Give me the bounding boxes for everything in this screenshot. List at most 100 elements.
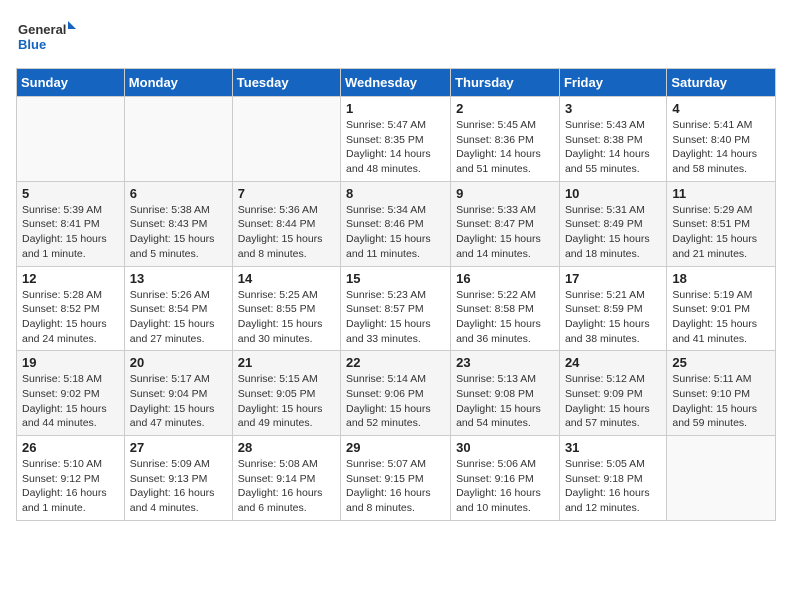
- weekday-header-friday: Friday: [559, 69, 666, 97]
- calendar-cell: 12Sunrise: 5:28 AM Sunset: 8:52 PM Dayli…: [17, 266, 125, 351]
- day-number: 27: [130, 440, 227, 455]
- day-number: 3: [565, 101, 661, 116]
- day-info: Sunrise: 5:25 AM Sunset: 8:55 PM Dayligh…: [238, 288, 335, 347]
- day-info: Sunrise: 5:21 AM Sunset: 8:59 PM Dayligh…: [565, 288, 661, 347]
- day-info: Sunrise: 5:05 AM Sunset: 9:18 PM Dayligh…: [565, 457, 661, 516]
- day-number: 1: [346, 101, 445, 116]
- day-info: Sunrise: 5:07 AM Sunset: 9:15 PM Dayligh…: [346, 457, 445, 516]
- day-number: 25: [672, 355, 770, 370]
- logo-svg: General Blue: [16, 16, 76, 56]
- day-info: Sunrise: 5:43 AM Sunset: 8:38 PM Dayligh…: [565, 118, 661, 177]
- weekday-header-row: SundayMondayTuesdayWednesdayThursdayFrid…: [17, 69, 776, 97]
- day-number: 24: [565, 355, 661, 370]
- day-info: Sunrise: 5:45 AM Sunset: 8:36 PM Dayligh…: [456, 118, 554, 177]
- day-info: Sunrise: 5:47 AM Sunset: 8:35 PM Dayligh…: [346, 118, 445, 177]
- day-info: Sunrise: 5:14 AM Sunset: 9:06 PM Dayligh…: [346, 372, 445, 431]
- day-number: 30: [456, 440, 554, 455]
- calendar-cell: 2Sunrise: 5:45 AM Sunset: 8:36 PM Daylig…: [451, 97, 560, 182]
- weekday-header-wednesday: Wednesday: [341, 69, 451, 97]
- calendar-cell: 11 Sunrise: 5:29 AM Sunset: 8:51 PM Dayli…: [667, 181, 776, 266]
- calendar-cell: 31 Sunrise: 5:05 AM Sunset: 9:18 PM Dayli…: [559, 436, 666, 521]
- calendar-cell: 5 Sunrise: 5:39 AM Sunset: 8:41 PM Daylig…: [17, 181, 125, 266]
- day-info: Sunrise: 5:17 AM Sunset: 9:04 PM Dayligh…: [130, 372, 227, 431]
- calendar-cell: 26 Sunrise: 5:10 AM Sunset: 9:12 PM Dayli…: [17, 436, 125, 521]
- calendar-cell: [667, 436, 776, 521]
- calendar-week-5: 26 Sunrise: 5:10 AM Sunset: 9:12 PM Dayli…: [17, 436, 776, 521]
- day-number: 9: [456, 186, 554, 201]
- day-info: Sunrise: 5:15 AM Sunset: 9:05 PM Dayligh…: [238, 372, 335, 431]
- day-info: Sunrise: 5:18 AM Sunset: 9:02 PM Dayligh…: [22, 372, 119, 431]
- day-number: 6: [130, 186, 227, 201]
- day-number: 13: [130, 271, 227, 286]
- day-info: Sunrise: 5:38 AM Sunset: 8:43 PM Dayligh…: [130, 203, 227, 262]
- calendar-cell: 1 Sunrise: 5:47 AM Sunset: 8:35 PM Daylig…: [341, 97, 451, 182]
- calendar-week-4: 19 Sunrise: 5:18 AM Sunset: 9:02 PM Dayli…: [17, 351, 776, 436]
- day-number: 4: [672, 101, 770, 116]
- day-info: Sunrise: 5:12 AM Sunset: 9:09 PM Dayligh…: [565, 372, 661, 431]
- calendar-week-1: 1 Sunrise: 5:47 AM Sunset: 8:35 PM Daylig…: [17, 97, 776, 182]
- day-info: Sunrise: 5:29 AM Sunset: 8:51 PM Dayligh…: [672, 203, 770, 262]
- day-number: 19: [22, 355, 119, 370]
- calendar-cell: 18 Sunrise: 5:19 AM Sunset: 9:01 PM Dayli…: [667, 266, 776, 351]
- day-number: 22: [346, 355, 445, 370]
- day-number: 17: [565, 271, 661, 286]
- day-number: 5: [22, 186, 119, 201]
- day-info: Sunrise: 5:31 AM Sunset: 8:49 PM Dayligh…: [565, 203, 661, 262]
- calendar-cell: 29Sunrise: 5:07 AM Sunset: 9:15 PM Dayli…: [341, 436, 451, 521]
- day-number: 15: [346, 271, 445, 286]
- calendar-cell: 17 Sunrise: 5:21 AM Sunset: 8:59 PM Dayli…: [559, 266, 666, 351]
- weekday-header-sunday: Sunday: [17, 69, 125, 97]
- calendar-cell: 13Sunrise: 5:26 AM Sunset: 8:54 PM Dayli…: [124, 266, 232, 351]
- calendar-cell: 10 Sunrise: 5:31 AM Sunset: 8:49 PM Dayli…: [559, 181, 666, 266]
- day-info: Sunrise: 5:33 AM Sunset: 8:47 PM Dayligh…: [456, 203, 554, 262]
- day-info: Sunrise: 5:23 AM Sunset: 8:57 PM Dayligh…: [346, 288, 445, 347]
- day-info: Sunrise: 5:09 AM Sunset: 9:13 PM Dayligh…: [130, 457, 227, 516]
- calendar-cell: 8 Sunrise: 5:34 AM Sunset: 8:46 PM Daylig…: [341, 181, 451, 266]
- day-number: 10: [565, 186, 661, 201]
- day-number: 18: [672, 271, 770, 286]
- calendar-week-3: 12Sunrise: 5:28 AM Sunset: 8:52 PM Dayli…: [17, 266, 776, 351]
- page-header: General Blue: [16, 16, 776, 56]
- calendar-cell: 9 Sunrise: 5:33 AM Sunset: 8:47 PM Daylig…: [451, 181, 560, 266]
- calendar-cell: 16 Sunrise: 5:22 AM Sunset: 8:58 PM Dayli…: [451, 266, 560, 351]
- svg-text:Blue: Blue: [18, 37, 46, 52]
- day-number: 14: [238, 271, 335, 286]
- weekday-header-monday: Monday: [124, 69, 232, 97]
- day-info: Sunrise: 5:10 AM Sunset: 9:12 PM Dayligh…: [22, 457, 119, 516]
- calendar-week-2: 5 Sunrise: 5:39 AM Sunset: 8:41 PM Daylig…: [17, 181, 776, 266]
- logo: General Blue: [16, 16, 76, 56]
- calendar-cell: [232, 97, 340, 182]
- calendar-cell: 6 Sunrise: 5:38 AM Sunset: 8:43 PM Daylig…: [124, 181, 232, 266]
- calendar-cell: 22 Sunrise: 5:14 AM Sunset: 9:06 PM Dayli…: [341, 351, 451, 436]
- day-number: 16: [456, 271, 554, 286]
- day-info: Sunrise: 5:06 AM Sunset: 9:16 PM Dayligh…: [456, 457, 554, 516]
- calendar-cell: 19 Sunrise: 5:18 AM Sunset: 9:02 PM Dayli…: [17, 351, 125, 436]
- day-number: 11: [672, 186, 770, 201]
- day-info: Sunrise: 5:39 AM Sunset: 8:41 PM Dayligh…: [22, 203, 119, 262]
- svg-text:General: General: [18, 22, 66, 37]
- calendar-cell: [124, 97, 232, 182]
- calendar-cell: 21 Sunrise: 5:15 AM Sunset: 9:05 PM Dayli…: [232, 351, 340, 436]
- calendar-cell: 30 Sunrise: 5:06 AM Sunset: 9:16 PM Dayli…: [451, 436, 560, 521]
- calendar-cell: [17, 97, 125, 182]
- day-number: 23: [456, 355, 554, 370]
- calendar-cell: 28 Sunrise: 5:08 AM Sunset: 9:14 PM Dayli…: [232, 436, 340, 521]
- day-number: 31: [565, 440, 661, 455]
- day-number: 8: [346, 186, 445, 201]
- day-info: Sunrise: 5:19 AM Sunset: 9:01 PM Dayligh…: [672, 288, 770, 347]
- day-number: 26: [22, 440, 119, 455]
- day-number: 28: [238, 440, 335, 455]
- calendar-cell: 27 Sunrise: 5:09 AM Sunset: 9:13 PM Dayli…: [124, 436, 232, 521]
- day-info: Sunrise: 5:13 AM Sunset: 9:08 PM Dayligh…: [456, 372, 554, 431]
- day-info: Sunrise: 5:34 AM Sunset: 8:46 PM Dayligh…: [346, 203, 445, 262]
- day-number: 21: [238, 355, 335, 370]
- calendar-cell: 4Sunrise: 5:41 AM Sunset: 8:40 PM Daylig…: [667, 97, 776, 182]
- calendar-cell: 14 Sunrise: 5:25 AM Sunset: 8:55 PM Dayli…: [232, 266, 340, 351]
- day-number: 20: [130, 355, 227, 370]
- day-info: Sunrise: 5:28 AM Sunset: 8:52 PM Dayligh…: [22, 288, 119, 347]
- calendar-cell: 15 Sunrise: 5:23 AM Sunset: 8:57 PM Dayli…: [341, 266, 451, 351]
- day-info: Sunrise: 5:08 AM Sunset: 9:14 PM Dayligh…: [238, 457, 335, 516]
- weekday-header-saturday: Saturday: [667, 69, 776, 97]
- day-info: Sunrise: 5:22 AM Sunset: 8:58 PM Dayligh…: [456, 288, 554, 347]
- calendar-cell: 23 Sunrise: 5:13 AM Sunset: 9:08 PM Dayli…: [451, 351, 560, 436]
